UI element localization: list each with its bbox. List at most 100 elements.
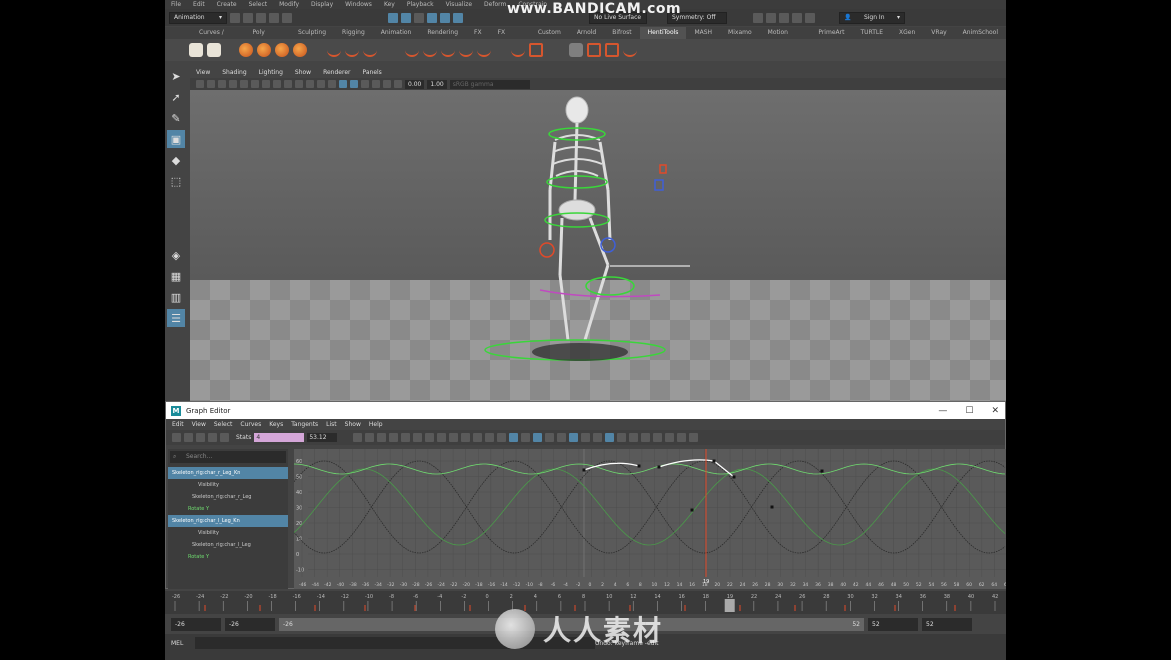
shelf-curve-icon[interactable] [363,43,377,57]
shelf-box-icon[interactable] [587,43,601,57]
shelf-tab-mash[interactable]: MASH [686,27,720,39]
frame-all-icon[interactable] [353,433,363,442]
hypershade-icon[interactable] [792,12,802,23]
playback-start-field[interactable]: -26 [225,617,275,631]
anim-start-field[interactable]: -26 [171,617,221,631]
shelf-tab-mixamo[interactable]: Mixamo [720,27,760,39]
shadows-icon[interactable] [350,80,358,88]
shelf-tab-hentitools[interactable]: HentiTools [639,27,687,39]
ge-menu-list[interactable]: List [326,421,337,428]
viewport-menu-panels[interactable]: Panels [362,69,381,76]
isolate-icon[interactable] [361,80,369,88]
gate-mask-icon[interactable] [273,80,281,88]
snap-point-icon[interactable] [453,12,463,23]
paint-select-icon[interactable]: ✎ [167,109,185,127]
outliner-item[interactable]: Skeleton_rig:char_r_Leg_Kn [168,467,288,479]
lasso-tool-icon[interactable]: ➚ [167,88,185,106]
shelf-tab-custom[interactable]: Custom [530,27,569,39]
plateau-tangent-icon[interactable] [473,433,483,442]
xray-joints-icon[interactable] [383,80,391,88]
render-icon[interactable] [753,12,763,23]
outliner-item[interactable]: Rotate Y [168,551,288,563]
retime-icon[interactable] [220,433,229,442]
safe-action-icon[interactable] [295,80,303,88]
xray-icon[interactable] [372,80,380,88]
shelf-key-icon[interactable] [257,43,271,57]
camera-attr-icon[interactable] [207,80,215,88]
region-icon[interactable] [208,433,217,442]
shelf-tab-animschool[interactable]: AnimSchool [955,27,1006,39]
menu-create[interactable]: Create [217,1,237,8]
gamma-field[interactable]: 1.00 [427,79,447,89]
step-tangent-icon[interactable] [461,433,471,442]
undo-icon[interactable] [269,12,279,23]
shelf-save-icon[interactable] [189,43,203,57]
shelf-tool-icon[interactable] [569,43,583,57]
menu-key[interactable]: Key [384,1,395,8]
shelf-curve-icon[interactable] [441,43,455,57]
redo-icon[interactable] [282,12,292,23]
close-icon[interactable]: ✕ [991,406,999,416]
shelf-curve-icon[interactable] [459,43,473,57]
frame-playback-icon[interactable] [377,433,387,442]
maximize-icon[interactable]: ☐ [965,406,973,416]
shelf-tab-rendering[interactable]: Rendering [419,27,466,39]
shelf-tab-bifrost[interactable]: Bifrost [604,27,639,39]
select-component-icon[interactable] [414,12,424,23]
stats-value-field[interactable]: 53.12 [307,433,338,442]
outliner-item[interactable]: Skeleton_rig:char_r_Leg [168,491,288,503]
select-object-icon[interactable] [401,12,411,23]
lights-icon[interactable] [339,80,347,88]
free-tangent-icon[interactable] [533,433,543,442]
auto-tangent-icon[interactable] [401,433,411,442]
shelf-curve-icon[interactable] [423,43,437,57]
curve-graph[interactable]: 6050403020100-10-46 -44 -42 -40 -38 -36 -34 -32… [294,449,1006,589]
select-tool-icon[interactable]: ➤ [167,67,185,85]
menu-select[interactable]: Select [249,1,268,8]
center-current-icon[interactable] [389,433,399,442]
clamped-tangent-icon[interactable] [425,433,435,442]
rotate-tool-icon[interactable]: ◆ [167,151,185,169]
snap-curve-icon[interactable] [440,12,450,23]
shelf-key-icon[interactable] [293,43,307,57]
menu-windows[interactable]: Windows [345,1,372,8]
layout-outliner-icon[interactable]: ☰ [167,309,185,327]
insert-key-icon[interactable] [184,433,193,442]
resolution-gate-icon[interactable] [262,80,270,88]
wireframe-icon[interactable] [306,80,314,88]
textured-icon[interactable] [328,80,336,88]
snap-grid-icon[interactable] [427,12,437,23]
menu-visualize[interactable]: Visualize [446,1,472,8]
mode-dropdown[interactable]: Animation ▾ [169,11,227,24]
minimize-icon[interactable]: — [938,406,947,416]
shelf-tab-fx-caching[interactable]: FX Caching [490,27,530,48]
outliner-search-input[interactable]: ⌕ Search... [170,451,286,463]
shelf-tab-curves-surfaces[interactable]: Curves / Surfaces [191,27,244,48]
shelf-tab-xgen[interactable]: XGen [891,27,923,39]
layout-four-icon[interactable]: ▦ [167,267,185,285]
menu-playback[interactable]: Playback [407,1,434,8]
ge-menu-keys[interactable]: Keys [269,421,283,428]
ipr-render-icon[interactable] [766,12,776,23]
post-infinity-icon[interactable] [605,433,615,442]
shelf-curve-icon[interactable] [511,43,525,57]
unify-tangent-icon[interactable] [521,433,531,442]
oscillate-icon[interactable] [641,433,651,442]
ge-menu-show[interactable]: Show [345,421,361,428]
ge-menu-edit[interactable]: Edit [172,421,184,428]
ge-menu-curves[interactable]: Curves [240,421,261,428]
open-scene-icon[interactable] [243,12,253,23]
normalize-icon[interactable] [569,433,579,442]
dope-sheet-icon[interactable] [677,433,687,442]
lattice-icon[interactable] [196,433,205,442]
shelf-curve-icon[interactable] [405,43,419,57]
menu-display[interactable]: Display [311,1,333,8]
weighted-tangent-icon[interactable] [557,433,567,442]
exposure-field[interactable]: 0.00 [405,79,425,89]
shelf-tab-arnold[interactable]: Arnold [569,27,604,39]
film-gate-icon[interactable] [251,80,259,88]
shelf-key-icon[interactable] [239,43,253,57]
viewport-menu-view[interactable]: View [196,69,210,76]
menu-deform[interactable]: Deform [484,1,506,8]
scale-tool-icon[interactable]: ⬚ [167,172,185,190]
